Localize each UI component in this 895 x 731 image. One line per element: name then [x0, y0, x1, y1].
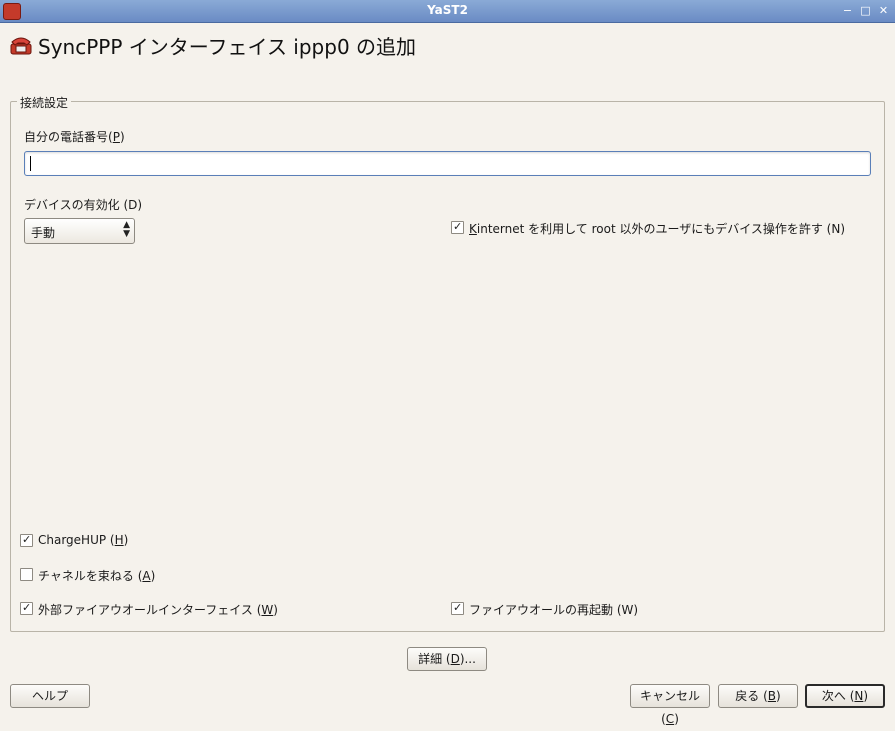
next-button[interactable]: 次へ (N)	[805, 684, 885, 708]
window-titlebar[interactable]: YaST2 − □ ✕	[0, 0, 895, 23]
connection-settings-frame	[10, 101, 885, 632]
firewall-restart-checkbox[interactable]: ✓	[451, 601, 464, 615]
kinternet-checkbox[interactable]: ✓	[451, 220, 464, 234]
phone-number-input[interactable]	[24, 151, 871, 176]
phone-number-label: 自分の電話番号(P)	[24, 130, 125, 144]
connection-settings-legend: 接続設定	[17, 94, 72, 111]
help-button[interactable]: ヘルプ	[10, 684, 90, 708]
minimize-icon[interactable]: −	[840, 3, 855, 18]
details-button[interactable]: 詳細 (D)...	[407, 647, 487, 671]
device-activation-label: デバイスの有効化 (D)	[24, 198, 143, 212]
close-icon[interactable]: ✕	[876, 3, 891, 18]
device-activation-select[interactable]: 手動 ▲ ▼	[24, 218, 135, 244]
bundle-channels-checkbox[interactable]	[20, 568, 33, 581]
text-caret	[30, 156, 31, 171]
kinternet-label: Kinternet を利用して root 以外のユーザにもデバイス操作を許す (…	[469, 222, 846, 236]
checkmark-icon: ✓	[22, 533, 32, 546]
device-activation-value: 手動	[31, 226, 56, 240]
page-title: SyncPPP インターフェイス ippp0 の追加	[38, 35, 417, 59]
spin-arrows-icon: ▲ ▼	[123, 220, 130, 239]
firewall-restart-label: ファイアウオールの再起動 (W)	[469, 603, 639, 617]
chargehup-label: ChargeHUP (H)	[38, 533, 129, 547]
window-title: YaST2	[427, 3, 468, 17]
back-button[interactable]: 戻る (B)	[718, 684, 798, 708]
external-firewall-checkbox[interactable]: ✓	[20, 601, 33, 615]
cancel-button[interactable]: キャンセル (C)	[630, 684, 710, 726]
phone-icon	[10, 37, 32, 55]
checkmark-icon: ✓	[453, 220, 463, 233]
maximize-icon[interactable]: □	[858, 3, 873, 18]
checkmark-icon: ✓	[22, 601, 32, 614]
checkmark-icon: ✓	[453, 601, 463, 614]
external-firewall-label: 外部ファイアウオールインターフェイス (W)	[38, 603, 278, 617]
chargehup-checkbox[interactable]: ✓	[20, 533, 33, 547]
bundle-channels-label: チャネルを束ねる (A)	[38, 569, 156, 583]
